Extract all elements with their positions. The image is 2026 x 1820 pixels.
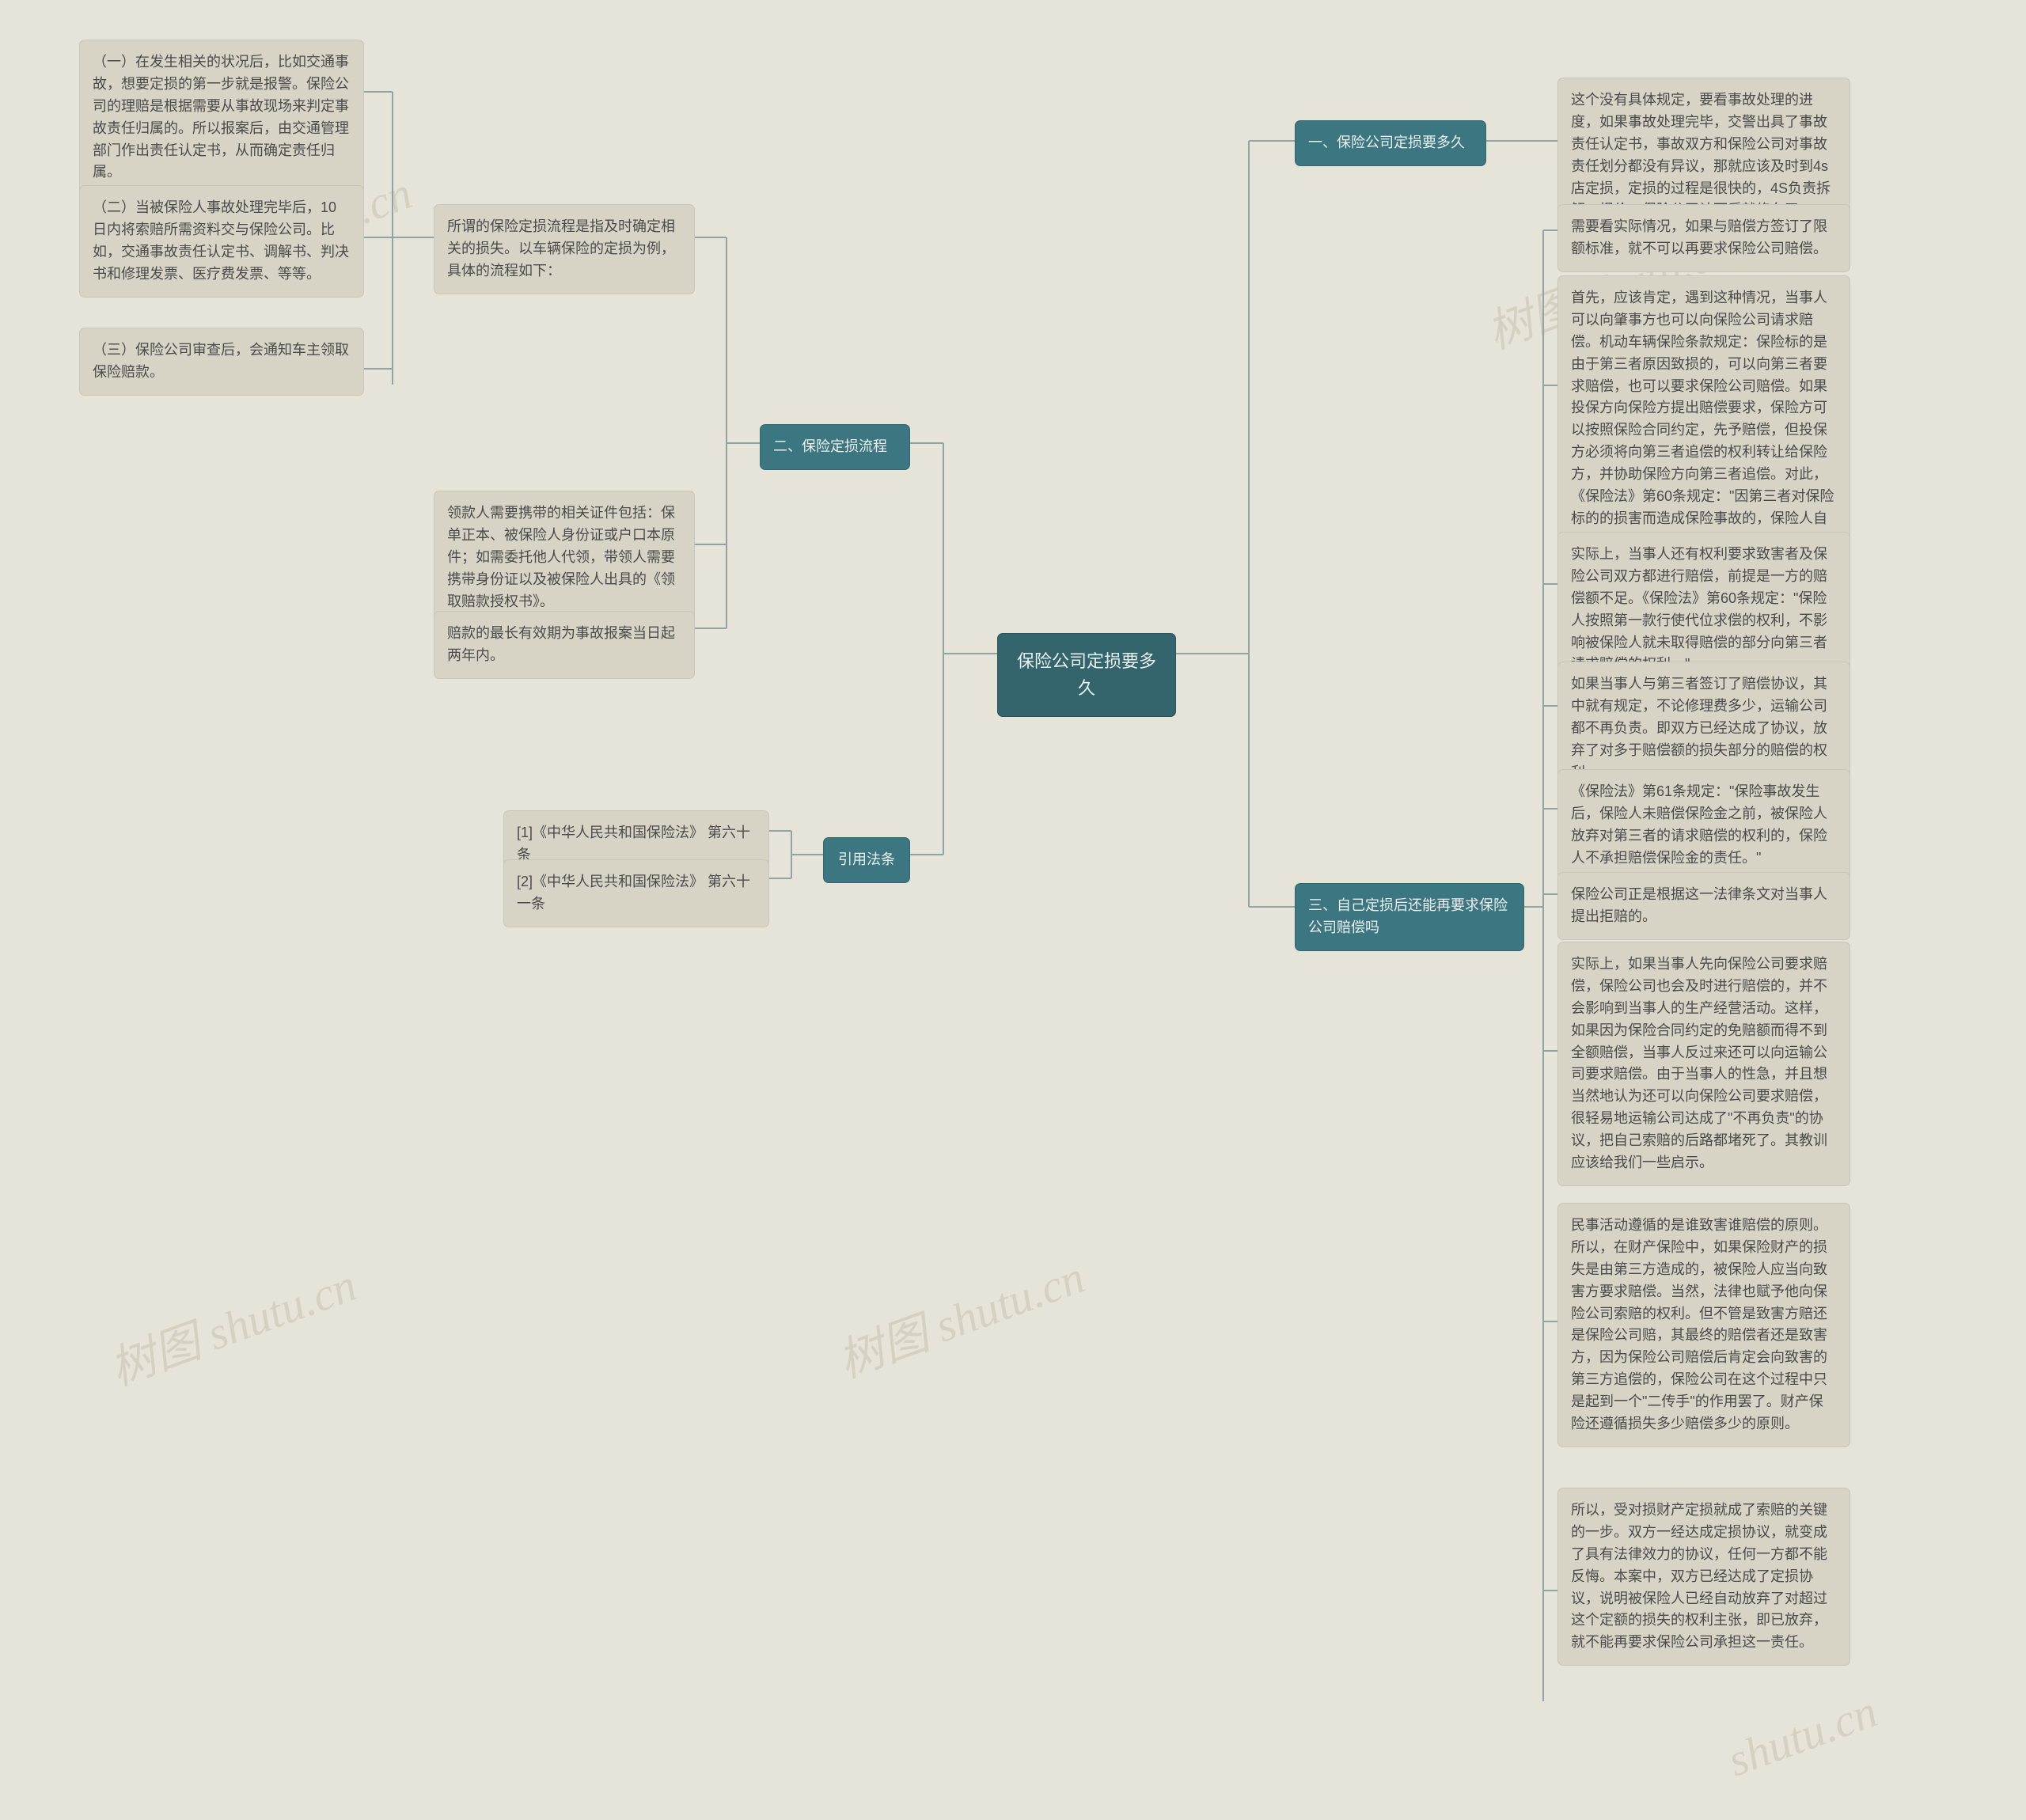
branch-3-leaf-7[interactable]: 实际上，如果当事人先向保险公司要求赔偿，保险公司也会及时进行赔偿的，并不会影响到… [1557,942,1850,1186]
branch-3[interactable]: 三、自己定损后还能再要求保险公司赔偿吗 [1295,883,1524,951]
branch-1[interactable]: 一、保险公司定损要多久 [1295,120,1486,166]
branch-2-leaf-2[interactable]: 领款人需要携带的相关证件包括：保单正本、被保险人身份证或户口本原件；如需委托他人… [434,491,695,624]
branch-2-group1-leaf-1[interactable]: （一）在发生相关的状况后，比如交通事故，想要定损的第一步就是报警。保险公司的理赔… [79,40,364,195]
branch-law[interactable]: 引用法条 [823,837,910,883]
watermark: 树图 shutu.cn [99,1248,364,1398]
branch-2[interactable]: 二、保险定损流程 [760,424,910,470]
branch-2-group1-leaf-2[interactable]: （二）当被保险人事故处理完毕后，10日内将索赔所需资料交与保险公司。比如，交通事… [79,185,364,298]
branch-3-leaf-9[interactable]: 所以，受对损财产定损就成了索赔的关键的一步。双方一经达成定损协议，就变成了具有法… [1557,1488,1850,1666]
branch-2-group1-head[interactable]: 所谓的保险定损流程是指及时确定相关的损失。以车辆保险的定损为例，具体的流程如下： [434,204,695,294]
watermark: shutu.cn [1721,1685,1884,1788]
root-node[interactable]: 保险公司定损要多久 [997,633,1176,717]
branch-3-leaf-8[interactable]: 民事活动遵循的是谁致害谁赔偿的原则。所以，在财产保险中，如果保险财产的损失是由第… [1557,1203,1850,1447]
branch-3-leaf-1[interactable]: 需要看实际情况，如果与赔偿方签订了限额标准，就不可以再要求保险公司赔偿。 [1557,204,1850,272]
branch-2-group1-leaf-3[interactable]: （三）保险公司审查后，会通知车主领取保险赔款。 [79,328,364,396]
watermark: 树图 shutu.cn [827,1240,1092,1390]
branch-law-leaf-2[interactable]: [2]《中华人民共和国保险法》 第六十一条 [503,859,769,927]
branch-2-leaf-3[interactable]: 赔款的最长有效期为事故报案当日起两年内。 [434,611,695,679]
branch-3-leaf-5[interactable]: 《保险法》第61条规定："保险事故发生后，保险人未赔偿保险金之前，被保险人放弃对… [1557,769,1850,882]
branch-3-leaf-6[interactable]: 保险公司正是根据这一法律条文对当事人提出拒赔的。 [1557,872,1850,940]
mindmap-canvas: 树图 shutu.cn 树图 shutu.cn 树图 shutu.cn 树图 s… [0,0,2026,1820]
